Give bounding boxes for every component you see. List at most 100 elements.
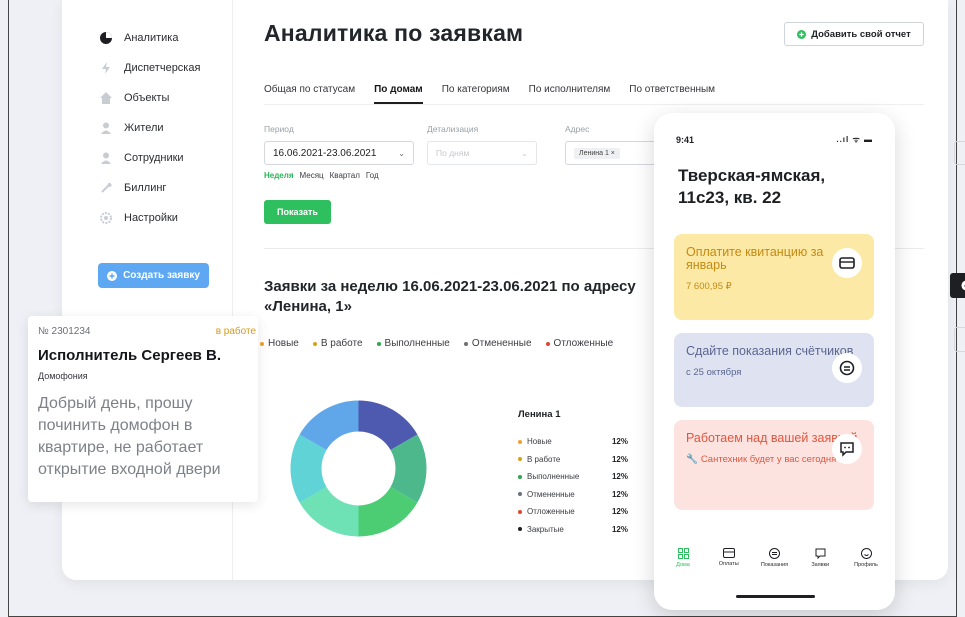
extra-filter-input[interactable]: [954, 141, 965, 165]
donut-legend-value: 12%: [611, 437, 628, 447]
phone-status-icons: ..ıl ᯤ ▬: [836, 135, 873, 144]
create-request-label: Создать заявку: [123, 270, 200, 281]
pay-bill-card[interactable]: Оплатите квитанцию за январь 7 600,95 ₽: [674, 234, 874, 320]
donut-legend-row: Закрытые 12%: [518, 521, 628, 539]
legend-dot: [518, 439, 522, 444]
show-button[interactable]: Показать: [264, 200, 331, 224]
sidebar-item-label: Жители: [124, 122, 164, 134]
sidebar-item-analytics[interactable]: Аналитика: [100, 32, 178, 44]
sidebar-item-objects[interactable]: Объекты: [100, 92, 169, 104]
wallet-icon: [722, 548, 735, 558]
wallet-icon: [832, 248, 862, 278]
add-report-label: Добавить свой отчет: [811, 28, 911, 40]
legend-label: В работе: [320, 338, 363, 349]
chevron-down-icon: ⌄: [398, 148, 405, 158]
donut-legend-label: Закрытые: [527, 524, 564, 534]
smile-icon: [860, 548, 872, 559]
donut-legend-value: 12%: [611, 524, 628, 534]
nav-requests[interactable]: Заявки: [801, 548, 839, 568]
lightning-icon: [102, 62, 110, 74]
donut-legend-value: 12%: [611, 489, 628, 499]
detail-select[interactable]: По дням ⌄: [427, 141, 537, 165]
period-select[interactable]: 16.06.2021-23.06.2021 ⌄: [264, 141, 414, 165]
ticket-card[interactable]: № 2301234 в работе Исполнитель Сергеев В…: [28, 316, 258, 502]
sidebar-item-label: Настройки: [124, 212, 178, 224]
legend-item: В работе: [312, 338, 363, 349]
donut-legend-row: Выполненные 12%: [518, 468, 628, 486]
donut-legend-row: Отмененные 12%: [518, 486, 628, 504]
period-week-link[interactable]: Неделя: [264, 171, 294, 180]
sidebar-item-employees[interactable]: Сотрудники: [100, 152, 184, 164]
chart-option-select[interactable]: ⌄: [954, 327, 965, 352]
donut-legend: Новые 12% В работе 12% Выполненные 12% Отменен…: [518, 433, 628, 538]
phone-address: Тверская-ямская, 11с23, кв. 22: [678, 166, 826, 207]
create-request-button[interactable]: Создать заявку: [98, 263, 209, 288]
legend-dot: [463, 341, 468, 346]
meter-readings-card[interactable]: Сдайте показания счётчиков с 25 октября: [674, 333, 874, 407]
legend-item: Новые: [260, 338, 299, 349]
donut-legend-label: В работе: [527, 454, 561, 464]
legend-dot: [312, 341, 317, 346]
donut-legend-value: 12%: [611, 472, 628, 482]
tab-by-responsible[interactable]: По ответственным: [629, 84, 715, 95]
donut-legend-value: 12%: [611, 507, 628, 517]
sidebar-item-dispatch[interactable]: Диспетчерская: [100, 62, 200, 74]
chart-title: Заявки за неделю 16.06.2021-23.06.2021 п…: [264, 278, 636, 315]
person-icon: [101, 152, 111, 164]
legend-item: Отложенные: [545, 338, 614, 349]
period-value: 16.06.2021-23.06.2021: [273, 147, 377, 159]
donut-legend-label: Отмененные: [527, 489, 575, 499]
address-chip[interactable]: Ленина 1 ×: [574, 147, 620, 159]
tab-by-houses[interactable]: По домам: [374, 84, 423, 104]
mobile-app-preview: 9:41 ..ıl ᯤ ▬ Тверская-ямская, 11с23, кв…: [654, 113, 895, 610]
donut-legend-label: Новые: [527, 437, 552, 447]
legend-dot: [260, 341, 264, 346]
nav-payments[interactable]: Оплаты: [710, 548, 748, 568]
download-icon: [961, 280, 965, 291]
legend-dot: [376, 341, 381, 346]
ticket-executor: Исполнитель Сергеев В.: [38, 347, 222, 364]
nav-homes[interactable]: Дома: [664, 548, 702, 568]
nav-label: Профиль: [854, 562, 878, 568]
period-month-link[interactable]: Месяц: [300, 171, 324, 180]
billing-icon: [101, 183, 112, 193]
sidebar-item-residents[interactable]: Жители: [100, 122, 164, 134]
donut-legend-title: Ленина 1: [518, 409, 561, 420]
donut-chart: [290, 400, 427, 537]
nav-profile[interactable]: Профиль: [847, 548, 885, 568]
phone-time: 9:41: [676, 135, 695, 145]
legend-label: Выполненные: [384, 338, 450, 349]
nav-readings[interactable]: Показания: [756, 548, 794, 568]
page-title: Аналитика по заявкам: [264, 20, 524, 46]
legend-dot: [518, 527, 522, 532]
plus-circle-icon: [107, 270, 118, 281]
period-quick-links: Неделя Месяц Квартал Год: [264, 171, 379, 180]
sidebar-item-label: Объекты: [124, 92, 170, 104]
ticket-text: Добрый день, прошу починить домофон в кв…: [38, 395, 221, 478]
meter-icon: [832, 353, 862, 383]
legend-label: Отложенные: [553, 338, 614, 349]
request-status-card[interactable]: Работаем над вашей заявкой 🔧 Сантехник бу…: [674, 420, 874, 510]
address-label: Адрес: [565, 124, 590, 134]
period-year-link[interactable]: Год: [366, 171, 379, 180]
legend-dot: [518, 457, 522, 462]
sidebar-item-settings[interactable]: Настройки: [100, 212, 178, 224]
ticket-category: Домофония: [38, 371, 88, 381]
plus-circle-icon: [797, 29, 807, 39]
legend-label: Отмененные: [471, 338, 532, 349]
legend-dot: [518, 492, 522, 497]
legend-item: Отмененные: [463, 338, 532, 349]
home-indicator: [736, 595, 815, 598]
legend-item: Выполненные: [376, 338, 450, 349]
legend-dot: [518, 474, 522, 479]
nav-label: Показания: [760, 562, 789, 568]
add-report-button[interactable]: Добавить свой отчет: [784, 22, 924, 46]
export-button[interactable]: [950, 273, 965, 298]
sidebar-item-label: Сотрудники: [124, 152, 184, 164]
period-quarter-link[interactable]: Квартал: [330, 171, 360, 180]
tab-by-status[interactable]: Общая по статусам: [264, 84, 355, 95]
tab-by-categories[interactable]: По категориям: [442, 84, 510, 95]
donut-legend-row: Отложенные 12%: [518, 503, 628, 521]
tab-by-executors[interactable]: По исполнителям: [529, 84, 611, 95]
sidebar-item-billing[interactable]: Биллинг: [100, 182, 166, 194]
